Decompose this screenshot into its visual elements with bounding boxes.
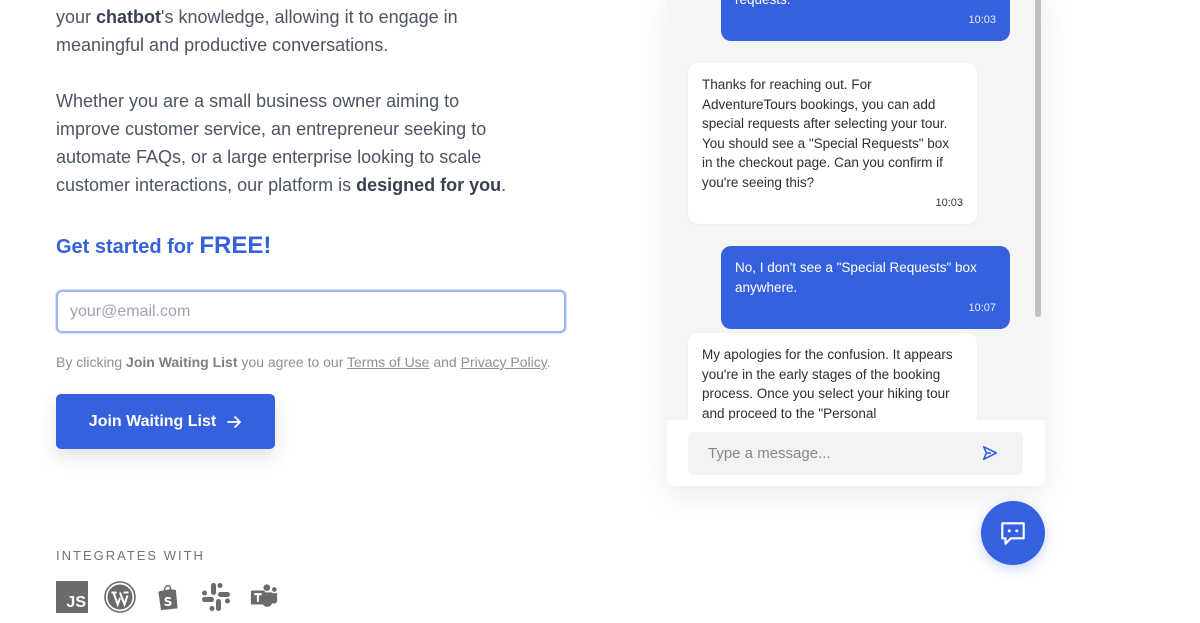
email-input[interactable] [56,290,566,333]
cta-prefix: Get started for [56,236,200,258]
get-started-heading: Get started for FREE! [56,232,271,260]
intro-bold-text: chatbot [96,7,162,27]
join-button-label: Join Waiting List [88,412,217,430]
intro-text: . [501,175,507,195]
intro-paragraph-1: your chatbot's knowledge, allowing it to… [56,3,526,59]
javascript-icon: JS [56,581,88,613]
consent-bold: Join Waiting List [126,354,238,370]
consent-part: and [429,354,461,370]
chat-bubble-icon [1001,522,1025,545]
integration-logos: JS S [56,581,280,613]
intro-paragraph-2: Whether you are a small business owner a… [56,87,526,199]
integrates-with-label: INTEGRATES WITH [56,548,205,563]
svg-text:S: S [164,595,173,609]
message-time: 10:03 [935,197,963,209]
message-text: My apologies for the confusion. It appea… [702,347,953,420]
chat-scrollbar[interactable] [1035,0,1041,317]
consent-part: . [546,354,551,370]
consent-part: you agree to our [237,354,347,370]
chat-message-bot: My apologies for the confusion. It appea… [688,333,977,420]
join-waiting-list-button[interactable]: Join Waiting List [56,394,275,449]
chat-message-input[interactable] [688,432,1023,475]
chat-message-user: No, I don't see a "Special Requests" box… [721,246,1010,329]
chat-message-bot: Thanks for reaching out. For AdventureTo… [688,63,977,224]
slack-icon [200,581,232,613]
intro-bold-text: designed for you [356,175,502,195]
message-text: No, I don't see a "Special Requests" box… [735,260,977,295]
send-icon [982,445,998,461]
privacy-policy-link[interactable]: Privacy Policy [461,354,547,370]
intro-text: your [56,7,97,27]
chat-composer [667,420,1045,486]
consent-text: By clicking Join Waiting List you agree … [56,354,551,370]
message-text: Thanks for reaching out. For AdventureTo… [702,77,950,190]
message-time: 10:03 [968,14,996,26]
teams-icon [248,581,280,613]
shopify-icon: S [152,581,184,613]
cta-emphasis: FREE! [199,232,272,259]
arrow-right-icon [227,415,242,428]
wordpress-icon [104,581,136,613]
chat-message-list[interactable]: can't find the option to add special die… [667,0,1033,420]
chat-widget-panel: can't find the option to add special die… [667,0,1045,486]
js-text: JS [66,594,86,611]
message-time: 10:07 [968,302,996,314]
chat-message-user: can't find the option to add special die… [721,0,1010,41]
send-button[interactable] [980,444,1000,464]
open-chat-button[interactable] [981,501,1045,565]
message-text: can't find the option to add special die… [735,0,996,9]
terms-of-use-link[interactable]: Terms of Use [347,354,429,370]
consent-part: By clicking [56,354,127,370]
